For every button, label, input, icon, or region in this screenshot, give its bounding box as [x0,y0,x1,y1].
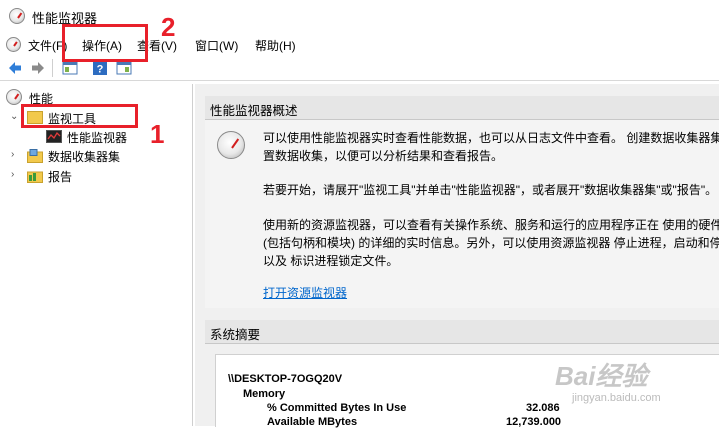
app-icon [9,8,25,24]
overview-section-header[interactable]: 性能监视器概述 [205,96,719,120]
annotation-number-1: 1 [150,119,165,149]
data-collector-set-icon [27,149,43,163]
performance-root-icon [6,89,22,105]
menu-help[interactable]: 帮助(H) [255,37,296,54]
overview-title: 性能监视器概述 [210,104,298,118]
menu-window[interactable]: 窗口(W) [195,37,238,54]
summary-counter-value: 32.086 [526,402,560,414]
system-menu-icon[interactable] [6,37,21,52]
watermark-logo: Bai经验 [555,361,648,391]
svg-text:?: ? [97,64,104,76]
overview-paragraph-3-line-1: 使用新的资源监视器，可以查看有关操作系统、服务和运行的应用程序正在 使用的硬件 [263,218,719,232]
overview-gauge-icon [217,131,245,159]
annotation-number-2: 2 [161,12,176,42]
open-resource-monitor-link[interactable]: 打开资源监视器 [263,284,347,302]
watermark-url: jingyan.baidu.com [572,392,661,404]
forward-arrow-icon[interactable] [30,60,46,76]
expand-chevron-icon[interactable]: › [11,149,14,160]
overview-paragraph-3-line-2: (包括句柄和模块) 的详细的实时信息。另外，可以使用资源监视器 停止进程，启动和… [263,236,719,250]
back-arrow-icon[interactable] [7,60,23,76]
summary-title: 系统摘要 [210,328,261,342]
overview-paragraph-1-line-1: 可以使用性能监视器实时查看性能数据，也可以从日志文件中查看。 创建数据收集器集 [263,131,719,145]
reports-icon [27,171,43,183]
help-icon[interactable]: ? [92,60,108,76]
summary-counter-value: 12,739.000 [506,416,562,428]
summary-section-header[interactable]: 系统摘要 [205,320,719,344]
tree-item-reports[interactable]: 报告 [48,168,72,185]
console-tree-icon[interactable] [62,60,78,76]
summary-machine-name: \\DESKTOP-7OGQ20V [228,373,343,385]
properties-icon[interactable] [116,60,132,76]
overview-paragraph-2: 若要开始，请展开"监视工具"并单击"性能监视器"，或者展开"数据收集器集"或"报… [263,183,718,197]
overview-paragraph-1-line-2: 置数据收集，以便可以分析结果和查看报告。 [263,149,504,163]
annotation-box-monitoring-tools [21,104,138,128]
tree-item-data-collector-sets[interactable]: 数据收集器集 [48,148,120,165]
overview-body: 可以使用性能监视器实时查看性能数据，也可以从日志文件中查看。 创建数据收集器集 … [205,120,719,308]
summary-counter-name: % Committed Bytes In Use [267,402,407,414]
collapse-chevron-icon[interactable]: ⌄ [10,111,18,122]
annotation-box-action-menu [62,24,148,62]
tree-item-performance-monitor[interactable]: 性能监视器 [67,129,127,146]
summary-counter-name: Available MBytes [267,416,358,428]
performance-monitor-icon [46,130,62,143]
summary-category: Memory [243,388,286,400]
toolbar-separator [52,59,53,77]
expand-chevron-icon[interactable]: › [11,169,14,180]
overview-paragraph-3-line-3: 以及 标识进程锁定文件。 [263,254,399,268]
